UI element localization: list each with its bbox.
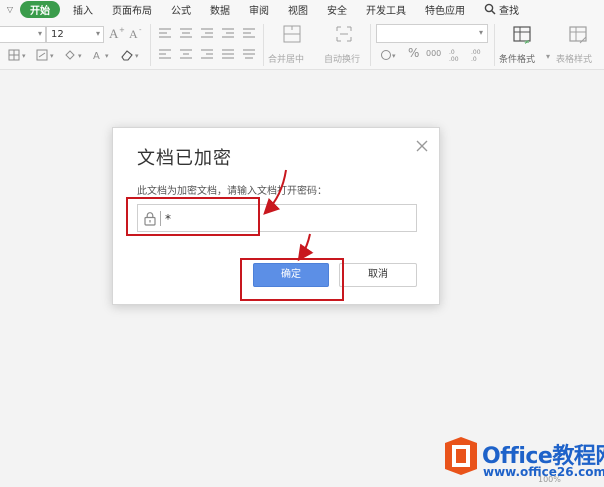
table-style-icon[interactable] [568,24,590,46]
decrease-font-icon[interactable]: A- [128,25,146,41]
tab-security[interactable]: 安全 [321,2,353,17]
font-name-select[interactable]: ▾ [0,26,46,43]
conditional-format-icon[interactable]: ≠ [512,24,534,46]
svg-text:.00: .00 [471,49,481,56]
align-right-icon[interactable] [200,48,214,60]
search-button[interactable]: 查找 [484,2,519,17]
align-bottom-icon[interactable] [200,27,214,39]
ok-highlight-box [240,258,344,301]
conditional-format-label[interactable]: 条件格式 [499,52,535,65]
svg-text:.00: .00 [449,56,459,63]
outdent-icon[interactable] [242,27,256,39]
tab-developer[interactable]: 开发工具 [360,2,412,17]
conditional-format-caret: ▾ [546,52,551,61]
svg-text:▾: ▾ [135,52,139,60]
svg-text:A: A [129,27,138,41]
font-color-icon[interactable]: A ▾ [92,49,114,61]
increase-font-icon[interactable]: A + [108,25,126,41]
increase-decimal-icon[interactable]: .0.00 [448,47,464,63]
tab-special[interactable]: 特色应用 [419,2,471,17]
search-label: 查找 [499,5,519,17]
currency-icon[interactable]: ▾ [380,49,398,61]
fill-color-icon[interactable]: ▾ [64,49,86,61]
svg-text:A: A [93,51,100,61]
align-left-icon[interactable] [158,48,172,60]
font-size-select[interactable]: 12 ▾ [46,26,104,43]
merge-cells-label[interactable]: 合并居中 [268,52,304,65]
divider [370,24,371,66]
divider [494,24,495,66]
chevron-down-icon: ▾ [95,29,100,38]
menu-caret-icon[interactable]: ▽ [0,5,20,14]
svg-text:.0: .0 [471,56,477,63]
divider [263,24,264,66]
cancel-button[interactable]: 取消 [339,263,417,287]
dialog-title: 文档已加密 [137,148,232,169]
watermark-url: www.office26.com [483,465,604,479]
dialog-prompt: 此文档为加密文档，请输入文档打开密码： [137,186,327,197]
office-logo-icon [445,437,477,475]
eraser-icon[interactable]: ▾ [120,49,144,61]
tab-home[interactable]: 开始 [20,0,60,18]
svg-text:▾: ▾ [78,52,82,60]
percent-icon[interactable]: % [408,46,419,60]
svg-text:▾: ▾ [105,52,109,60]
align-middle-icon[interactable] [179,27,193,39]
justify-icon[interactable] [221,48,235,60]
chevron-down-icon: ▾ [478,28,483,37]
font-size-value: 12 [51,29,64,40]
svg-text:▾: ▾ [50,52,54,60]
wrap-text-icon[interactable] [334,24,354,44]
svg-text:-: - [139,26,142,34]
svg-text:▾: ▾ [392,52,396,60]
tab-insert[interactable]: 插入 [67,2,99,17]
search-icon [484,3,496,15]
tab-view[interactable]: 视图 [282,2,314,17]
cell-style-icon[interactable]: ▾ [36,49,58,61]
password-highlight-box [126,197,260,236]
wrap-text-label[interactable]: 自动换行 [324,52,360,65]
tab-review[interactable]: 审阅 [243,2,275,17]
distribute-icon[interactable] [242,48,256,60]
menu-bar: ▽ 开始 插入 页面布局 公式 数据 审阅 视图 安全 开发工具 特色应用 查找 [0,0,604,18]
tab-page-layout[interactable]: 页面布局 [106,2,158,17]
ribbon-toolbar: ▾ 12 ▾ A + A- ▾ ▾ ▾ A ▾ ▾ ▾ % 000 .0.00 .0… [0,18,604,70]
table-style-label[interactable]: 表格样式 [556,52,592,65]
svg-text:A: A [109,26,119,41]
svg-text:+: + [119,26,125,34]
number-format-select[interactable]: ▾ [376,24,488,43]
divider [150,24,151,66]
indent-icon[interactable] [221,27,235,39]
align-top-icon[interactable] [158,27,172,39]
close-icon[interactable] [414,138,430,154]
tab-formulas[interactable]: 公式 [165,2,197,17]
watermark: Office教程网 www.office26.com [443,432,604,486]
svg-text:.0: .0 [449,49,455,56]
svg-text:▾: ▾ [22,52,26,60]
align-center-icon[interactable] [179,48,193,60]
chevron-down-icon: ▾ [37,29,42,38]
merge-cells-icon[interactable] [282,24,302,44]
decrease-decimal-icon[interactable]: .00.0 [470,47,486,63]
tab-data[interactable]: 数据 [204,2,236,17]
border-icon[interactable]: ▾ [8,49,30,61]
thousands-icon[interactable]: 000 [426,49,441,58]
svg-text:≠: ≠ [524,38,530,46]
